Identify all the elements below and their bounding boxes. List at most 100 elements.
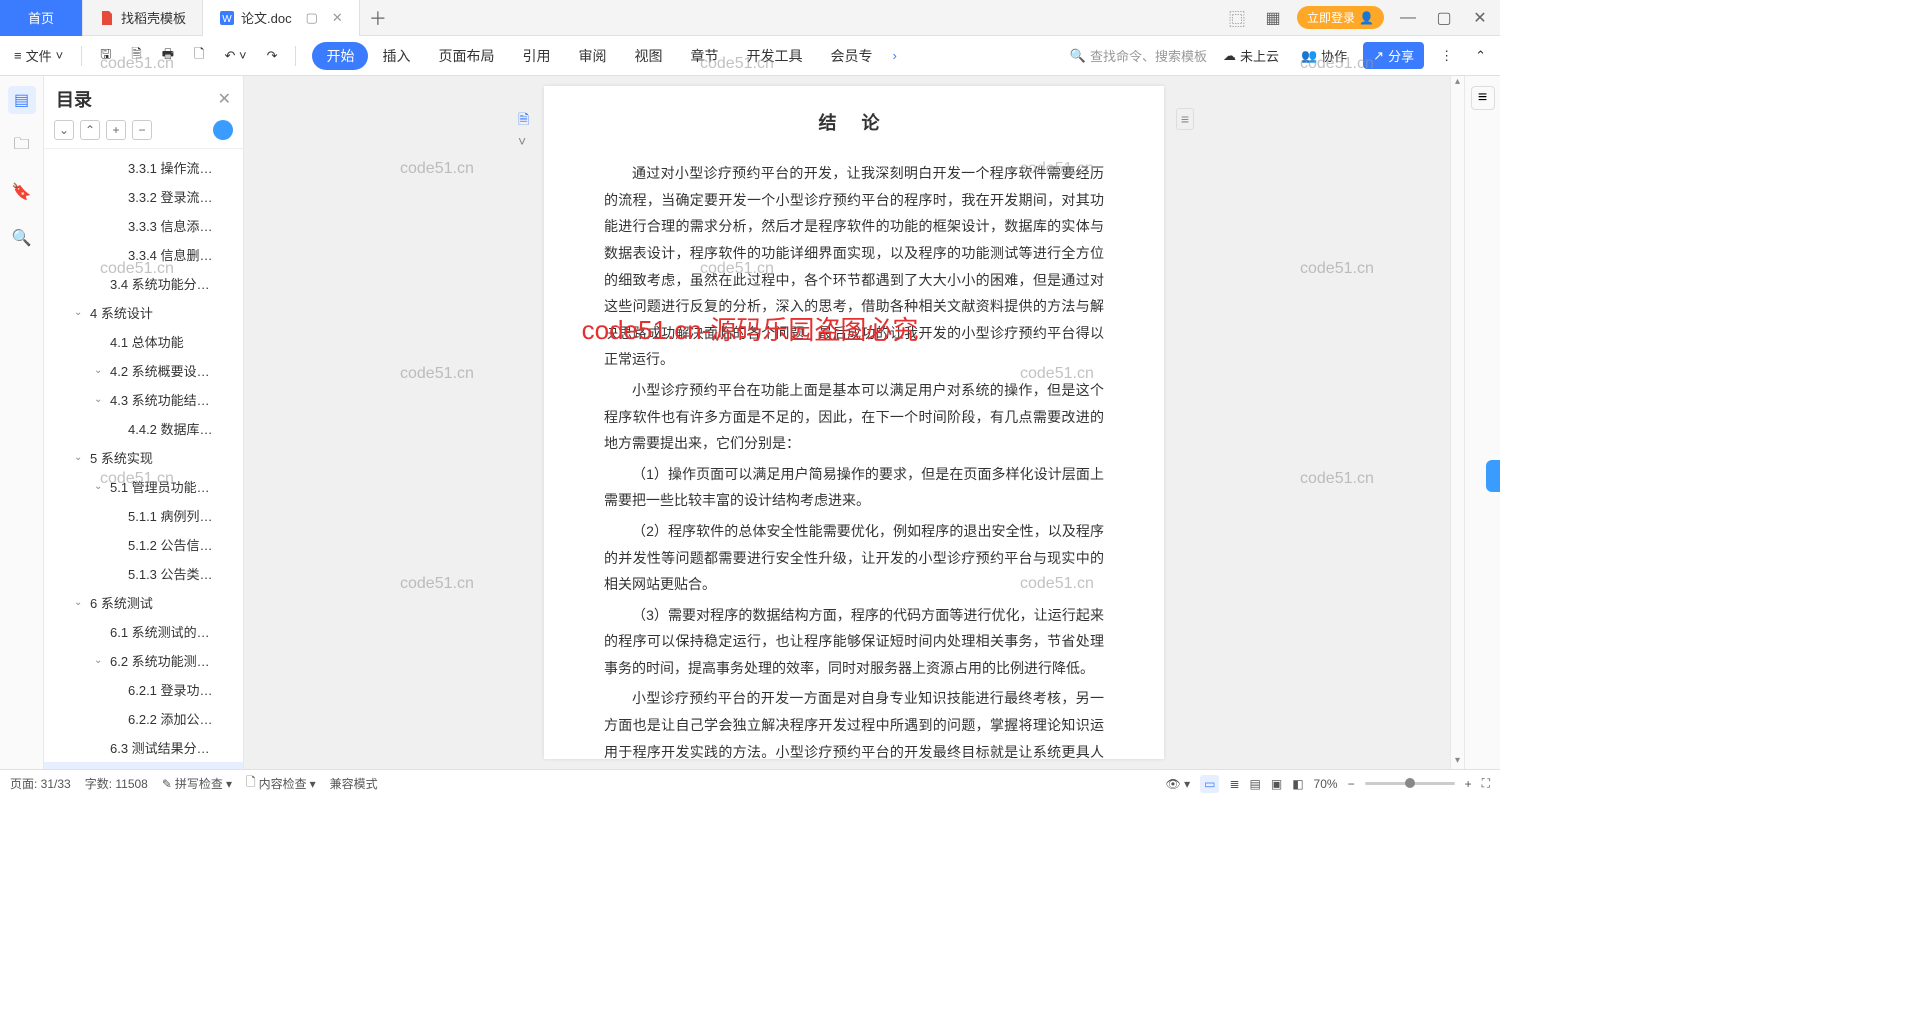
tab-home[interactable]: 首页 — [0, 0, 83, 36]
bookmark-icon[interactable]: 🔖 — [8, 178, 36, 206]
apps-icon[interactable]: ▦ — [1261, 6, 1285, 30]
doc-paragraph: （2）程序软件的总体安全性能需要优化，例如程序的退出安全性，以及程序的并发性等问… — [604, 518, 1104, 598]
page-doc-icon[interactable]: 🗎 — [518, 106, 536, 124]
export-icon[interactable]: 🗎 — [125, 41, 147, 71]
outline-item[interactable]: ⌄5.1 管理员功能… — [44, 472, 243, 501]
page-dropdown-icon[interactable]: ˅ — [518, 128, 536, 146]
view-page-icon[interactable]: ▭ — [1200, 775, 1219, 793]
outline-panel: 目录 ✕ ⌄ ⌃ + − 3.3.1 操作流…3.3.2 登录流…3.3.3 信… — [44, 76, 244, 769]
outline-item[interactable]: 3.3.2 登录流… — [44, 182, 243, 211]
outline-item[interactable]: 5.1.3 公告类… — [44, 559, 243, 588]
duplicate-icon[interactable]: ▢ — [306, 10, 318, 26]
outline-item[interactable]: 3.4 系统功能分… — [44, 269, 243, 298]
side-tab[interactable] — [1486, 460, 1500, 492]
zoom-in-button[interactable]: + — [1465, 777, 1472, 791]
zoom-out-button[interactable]: − — [1348, 777, 1355, 791]
undo-button[interactable]: ↶ ˅ — [218, 44, 252, 68]
ribbon-tab-member[interactable]: 会员专 — [816, 40, 886, 72]
ribbon-tab-view[interactable]: 视图 — [620, 40, 676, 72]
remove-icon[interactable]: − — [132, 120, 152, 140]
share-button[interactable]: ↗ 分享 — [1363, 42, 1424, 69]
content-check-label: 内容检查 — [259, 775, 307, 792]
eye-icon[interactable]: 👁 ▾ — [1166, 777, 1191, 791]
fullscreen-icon[interactable]: ⛶ — [1482, 776, 1490, 791]
outline-item[interactable]: 5.1.2 公告信… — [44, 530, 243, 559]
ribbon-more-icon[interactable]: › — [886, 44, 902, 67]
ribbon-tab-layout[interactable]: 页面布局 — [424, 40, 508, 72]
svg-text:W: W — [222, 14, 232, 25]
spellcheck-button[interactable]: ✎ 拼写检查 ▾ — [162, 775, 232, 792]
content-check-button[interactable]: 🗋 内容检查 ▾ — [246, 773, 316, 794]
outline-item[interactable]: 6.2.1 登录功… — [44, 675, 243, 704]
outline-icon[interactable]: ▤ — [8, 86, 36, 114]
print-icon[interactable]: 🖶 — [156, 41, 180, 71]
outline-item[interactable]: ⌄4.2 系统概要设… — [44, 356, 243, 385]
login-button[interactable]: 立即登录👤 — [1297, 6, 1384, 29]
ribbon: ≡ 文件 ˅ 🖫 🗎 🖶 🗋 ↶ ˅ ↷ 开始 插入 页面布局 引用 审阅 视图… — [0, 36, 1500, 76]
outline-item[interactable]: ⌄6 系统测试 — [44, 588, 243, 617]
ribbon-tab-review[interactable]: 审阅 — [564, 40, 620, 72]
command-search[interactable]: 🔍 查找命令、搜索模板 — [1070, 46, 1207, 65]
ribbon-tab-devtools[interactable]: 开发工具 — [732, 40, 816, 72]
zoom-slider[interactable] — [1365, 782, 1455, 785]
collab-button[interactable]: 👥 协作 — [1295, 42, 1353, 69]
tab-document-label: 论文.doc — [241, 8, 292, 27]
doc-paragraph: 小型诊疗预约平台的开发一方面是对自身专业知识技能进行最终考核，另一方面也是让自己… — [604, 685, 1104, 769]
outline-item[interactable]: 5.1.1 病例列… — [44, 501, 243, 530]
view-web-icon[interactable]: ▤ — [1250, 777, 1261, 791]
outline-item[interactable]: 6.3 测试结果分… — [44, 733, 243, 762]
view-focus-icon[interactable]: ◧ — [1292, 777, 1303, 791]
save-icon[interactable]: 🖫 — [94, 41, 117, 71]
redo-button[interactable]: ↷ — [261, 44, 284, 68]
toolbox-icon[interactable]: ≡ — [1471, 86, 1495, 110]
cloud-status[interactable]: ☁ 未上云 — [1217, 42, 1285, 69]
search-icon[interactable]: 🔍 — [8, 224, 36, 252]
outline-item[interactable]: ⌄5 系统实现 — [44, 443, 243, 472]
maximize-button[interactable]: ▢ — [1432, 6, 1456, 30]
ribbon-tab-chapter[interactable]: 章节 — [676, 40, 732, 72]
minimize-button[interactable]: — — [1396, 6, 1420, 30]
ribbon-tab-refs[interactable]: 引用 — [508, 40, 564, 72]
close-window-button[interactable]: ✕ — [1468, 6, 1492, 30]
outline-item[interactable]: 3.3.3 信息添… — [44, 211, 243, 240]
scroll-up-icon[interactable]: ▴ — [1451, 76, 1464, 90]
collab-label: 协作 — [1321, 46, 1347, 65]
page-indicator[interactable]: 页面: 31/33 — [10, 775, 71, 792]
new-tab-button[interactable]: ＋ — [360, 5, 396, 31]
document-area[interactable]: 🗎 ˅ ≡ 结 论 通过对小型诊疗预约平台的开发，让我深刻明白开发一个程序软件需… — [244, 76, 1464, 769]
outline-item[interactable]: ⌄4.3 系统功能结… — [44, 385, 243, 414]
ribbon-tab-insert[interactable]: 插入 — [368, 40, 424, 72]
outline-item[interactable]: ⌄4 系统设计 — [44, 298, 243, 327]
view-read-icon[interactable]: ▣ — [1271, 777, 1282, 791]
page-menu-icon[interactable]: ≡ — [1176, 108, 1194, 130]
layout-icon[interactable]: ⿴ — [1225, 6, 1249, 30]
thumbnail-icon[interactable]: 🗀 — [8, 132, 36, 160]
doc-paragraph: 通过对小型诊疗预约平台的开发，让我深刻明白开发一个程序软件需要经历的流程，当确定… — [604, 160, 1104, 373]
expand-all-icon[interactable]: ⌃ — [80, 120, 100, 140]
menu-button[interactable]: ≡ 文件 ˅ — [8, 42, 69, 69]
outline-item[interactable]: 结 论 — [44, 762, 243, 769]
doc-heading: 结 论 — [604, 106, 1104, 140]
scrollbar[interactable]: ▴ ▾ — [1450, 76, 1464, 769]
collapse-ribbon-icon[interactable]: ⌃ — [1469, 44, 1492, 68]
outline-item[interactable]: 6.1 系统测试的… — [44, 617, 243, 646]
collapse-all-icon[interactable]: ⌄ — [54, 120, 74, 140]
view-outline-icon[interactable]: ≣ — [1229, 777, 1239, 791]
sync-icon[interactable] — [213, 120, 233, 140]
close-icon[interactable]: ✕ — [332, 10, 343, 26]
tab-document[interactable]: W 论文.doc ▢ ✕ — [203, 0, 360, 36]
preview-icon[interactable]: 🗋 — [188, 41, 210, 71]
add-icon[interactable]: + — [106, 120, 126, 140]
outline-item[interactable]: 3.3.4 信息删… — [44, 240, 243, 269]
outline-item[interactable]: ⌄6.2 系统功能测… — [44, 646, 243, 675]
tab-template[interactable]: 找稻壳模板 — [83, 0, 203, 36]
outline-item[interactable]: 3.3.1 操作流… — [44, 153, 243, 182]
word-count[interactable]: 字数: 11508 — [85, 775, 148, 792]
more-icon[interactable]: ⋮ — [1434, 44, 1459, 68]
scroll-down-icon[interactable]: ▾ — [1451, 755, 1464, 769]
outline-item[interactable]: 4.4.2 数据库… — [44, 414, 243, 443]
outline-item[interactable]: 6.2.2 添加公… — [44, 704, 243, 733]
outline-item[interactable]: 4.1 总体功能 — [44, 327, 243, 356]
close-panel-icon[interactable]: ✕ — [218, 89, 231, 109]
ribbon-tab-start[interactable]: 开始 — [312, 42, 368, 70]
